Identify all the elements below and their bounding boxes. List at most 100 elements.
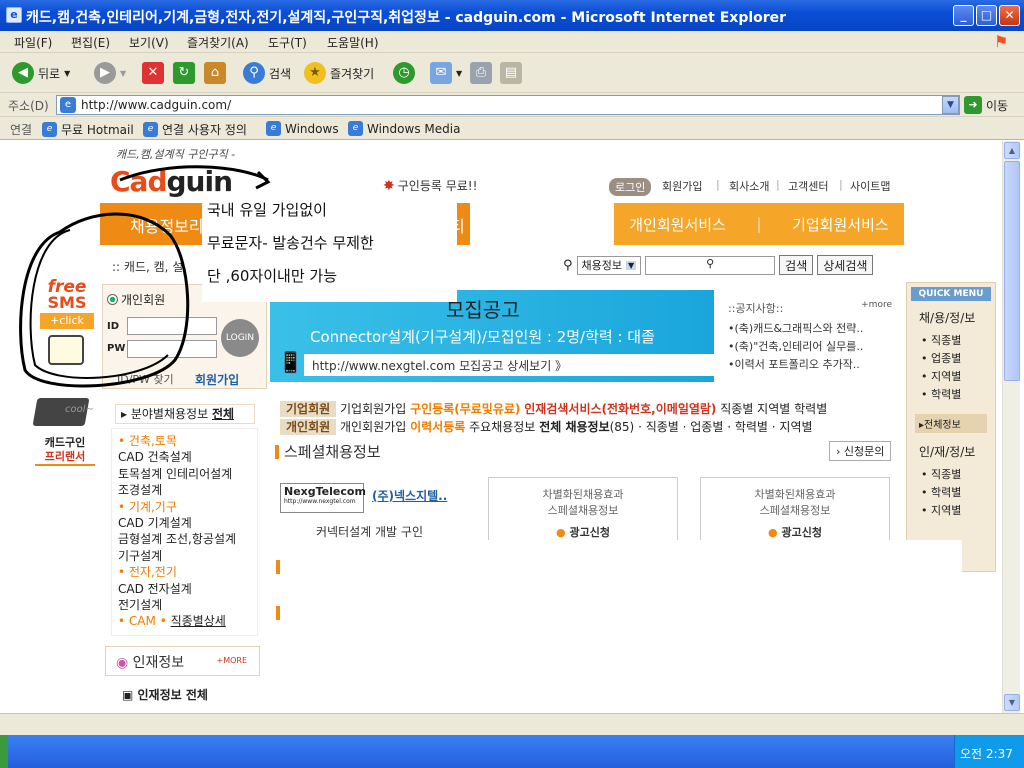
scroll-down-button[interactable]: ▼ <box>1004 694 1020 711</box>
category-group[interactable]: • 전자,전기 <box>118 564 251 580</box>
nexg-link[interactable]: (주)넥스지텔.. <box>372 487 447 504</box>
menu-edit[interactable]: 편집(E) <box>71 34 110 51</box>
search-button[interactable]: ⚲ 검색 <box>243 60 291 86</box>
category-line[interactable]: CAD 건축설계 <box>118 449 251 465</box>
category-group[interactable]: • 기계,기구 <box>118 499 251 515</box>
quick-talent-item[interactable]: • 직종별 <box>921 466 995 484</box>
category-detail-link[interactable]: 직종별상세 <box>171 614 226 628</box>
special-ad-slot[interactable]: 차별화된채용효과 스페셜채용정보 ● 광고신청 <box>488 477 678 541</box>
mail-button[interactable]: ✉ ▼ <box>430 60 462 86</box>
talent-search-link[interactable]: 인재검색서비스(전화번호,이메일열람) <box>524 402 716 416</box>
notice-item[interactable]: •(축)"건축,인테리어 실무를.. <box>728 338 892 356</box>
refresh-button[interactable]: ↻ <box>173 60 195 86</box>
go-button[interactable]: ➜ 이동 <box>964 96 1008 114</box>
apply-inquiry-button[interactable]: › 신청문의 <box>829 441 892 461</box>
category-header[interactable]: ▸ 분야별채용정보 전체 <box>115 404 255 425</box>
close-button[interactable]: ✕ <box>999 5 1020 26</box>
category-group[interactable]: • 건축,토목 <box>118 433 251 449</box>
quick-jobs-item[interactable]: • 업종별 <box>921 350 995 368</box>
category-line[interactable]: CAD 기계설계 <box>118 515 251 531</box>
menu-view[interactable]: 보기(V) <box>129 34 169 51</box>
favorites-button[interactable]: ★ 즐겨찾기 <box>304 60 374 86</box>
category-line[interactable]: 조경설계 <box>118 482 251 498</box>
address-dropdown-button[interactable]: ▼ <box>942 96 959 114</box>
talent-all-link[interactable]: ▣ 인재정보 전체 <box>122 686 208 703</box>
corp-join-link[interactable]: 기업회원가입 <box>340 402 406 416</box>
quick-jobs-item[interactable]: • 학력별 <box>921 386 995 404</box>
forward-button[interactable]: ▶ ▼ <box>94 60 126 86</box>
search-input[interactable]: ⚲ <box>645 255 776 275</box>
talent-info-box[interactable]: ◉ 인재정보 +MORE <box>105 646 260 676</box>
nav-corporate-service[interactable]: 기업회원서비스 <box>792 214 889 235</box>
minimize-button[interactable]: _ <box>953 5 974 26</box>
corp-register-link[interactable]: 구인등록(무료및유료) <box>410 402 520 416</box>
home-icon: ⌂ <box>204 62 226 84</box>
top-link-sitemap[interactable]: 사이트맵 <box>850 178 890 194</box>
promo-lecture[interactable]: 🖥 온라인 동영상강좌 무료강의제공~ <box>488 205 610 245</box>
category-line[interactable]: 토목설계 인테리어설계 <box>118 466 251 482</box>
login-badge[interactable]: 로그인 <box>609 178 652 196</box>
quick-all-jobs[interactable]: ▸전체정보 <box>915 414 987 433</box>
link-windows-media[interactable]: e Windows Media <box>348 121 460 136</box>
stop-button[interactable]: ✕ <box>142 60 164 86</box>
link-hotmail[interactable]: e 무료 Hotmail <box>42 121 134 138</box>
scroll-up-button[interactable]: ▲ <box>1004 142 1020 159</box>
top-link-support[interactable]: 고객센터 <box>788 178 828 194</box>
notice-more-link[interactable]: +more <box>861 300 892 316</box>
menu-help[interactable]: 도움말(H) <box>327 34 379 51</box>
quick-jobs-item[interactable]: • 지역별 <box>921 368 995 386</box>
banner-detail-link[interactable]: http://www.nexgtel.com 모집공고 상세보기 》 <box>304 354 714 376</box>
menu-tools[interactable]: 도구(T) <box>268 34 307 51</box>
address-input[interactable]: e http://www.cadguin.com/ <box>56 95 960 115</box>
corp-row-tail[interactable]: 직종별 지역별 학력별 <box>720 402 827 416</box>
cad-freelancer-ad[interactable]: cool~ 캐드구인 프리랜서 <box>32 398 95 482</box>
category-line[interactable]: 기구설계 <box>118 548 251 564</box>
menu-favorites[interactable]: 즐겨찾기(A) <box>187 34 249 51</box>
top-link-about[interactable]: 회사소개 <box>729 178 769 194</box>
person-row-tail[interactable]: · 직종별 · 업종별 · 학력별 · 지역별 <box>638 420 812 434</box>
nexg-company: NexgTelecom <box>284 485 366 498</box>
forward-arrow-icon: ▶ <box>94 62 116 84</box>
detail-search-button[interactable]: 상세검색 <box>817 255 874 275</box>
back-button[interactable]: ◀ 뒤로 ▼ <box>12 60 70 86</box>
magnifier-icon: ⚲ <box>243 62 265 84</box>
print-button[interactable]: ⎙ <box>470 60 492 86</box>
quick-talent-item[interactable]: • 학력별 <box>921 484 995 502</box>
special-ad-nexg[interactable]: NexgTelecom http://www.nexgtel.com (주)넥스지… <box>276 477 466 541</box>
notice-item[interactable]: •이력서 포트폴리오 추가작.. <box>728 356 892 374</box>
nav-personal-service[interactable]: 개인회원서비스 <box>629 214 726 235</box>
link-customize[interactable]: e 연결 사용자 정의 <box>143 121 247 138</box>
edit-button[interactable]: ▤ <box>500 60 522 86</box>
special-ad-slot[interactable]: 차별화된채용효과 스페셜채용정보 ● 광고신청 <box>700 477 890 541</box>
quick-talent-item[interactable]: • 지역별 <box>921 502 995 520</box>
quick-jobs-item[interactable]: • 직종별 <box>921 332 995 350</box>
vertical-scrollbar[interactable]: ▲ ▼ <box>1002 141 1020 713</box>
nexg-logo: NexgTelecom http://www.nexgtel.com <box>280 483 366 513</box>
address-label: 주소(D) <box>8 99 49 113</box>
ad-apply-link[interactable]: ● 광고신청 <box>489 524 677 540</box>
maximize-button[interactable]: □ <box>976 5 997 26</box>
category-line[interactable]: CAD 전자설계 <box>118 581 251 597</box>
home-button[interactable]: ⌂ <box>204 60 226 86</box>
ad-line2: 스페셜채용정보 <box>547 504 619 517</box>
history-button[interactable]: ◷ <box>393 60 415 86</box>
menu-file[interactable]: 파일(F) <box>14 34 52 51</box>
search-button[interactable]: 검색 <box>779 255 814 275</box>
category-line[interactable]: 금형설계 조선,항공설계 <box>118 531 251 547</box>
talent-more-link[interactable]: +MORE <box>216 656 247 665</box>
resume-link[interactable]: 이력서등록 <box>410 420 465 434</box>
search-category-select[interactable]: 채용정보 ▼ <box>576 255 642 275</box>
category-cam[interactable]: • CAM <box>118 614 156 628</box>
all-jobs-link[interactable]: 전체 채용정보 <box>539 420 609 434</box>
category-line[interactable]: 전기설계 <box>118 597 251 613</box>
notice-item[interactable]: •(축)캐드&그래픽스와 전략.. <box>728 320 892 338</box>
free-register-link[interactable]: ✸ 구인등록 무료!! <box>383 177 477 194</box>
main-jobs-link[interactable]: 주요채용정보 <box>469 420 535 434</box>
link-windows[interactable]: e Windows <box>266 121 339 136</box>
top-link-join[interactable]: 회원가입 <box>662 178 702 194</box>
person-join-link[interactable]: 개인회원가입 <box>340 420 406 434</box>
start-button[interactable] <box>0 735 8 768</box>
scroll-thumb[interactable] <box>1004 161 1020 381</box>
ad-apply-link[interactable]: ● 광고신청 <box>701 524 889 540</box>
job-banner[interactable]: 모집공고 Connector설계(기구설계)/모집인원 : 2명/학력 : 대졸… <box>270 290 714 382</box>
